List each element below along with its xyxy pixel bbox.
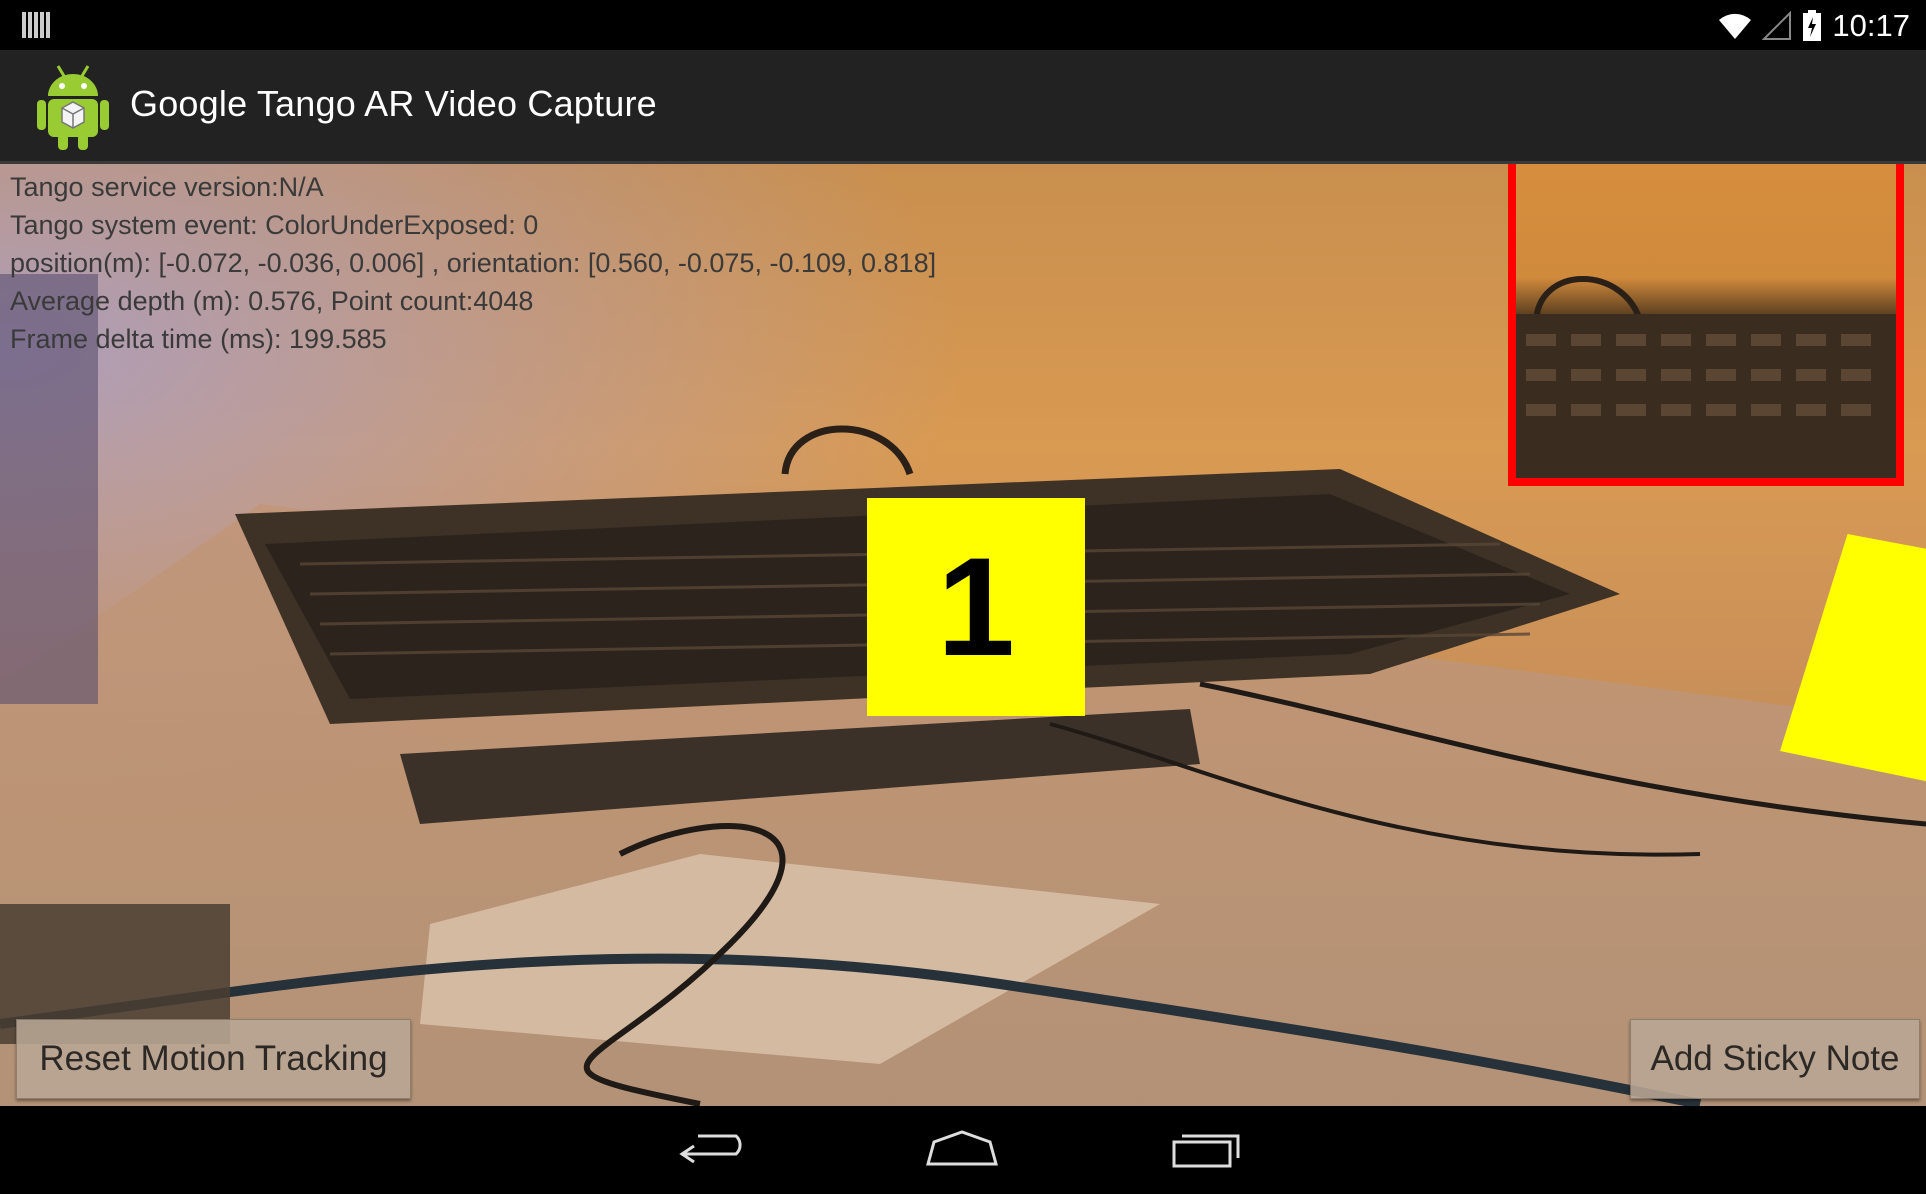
reset-motion-tracking-button[interactable]: Reset Motion Tracking <box>16 1019 411 1099</box>
preview-image <box>1516 276 1896 478</box>
depth-text: Average depth (m): 0.576, Point count:40… <box>10 286 534 316</box>
notification-bars-icon <box>22 12 50 38</box>
status-time: 10:17 <box>1832 8 1910 43</box>
home-icon[interactable] <box>922 1124 1002 1176</box>
navigation-bar <box>0 1106 1926 1194</box>
screen: 10:17 Google Tango AR Video Capture Tang… <box>0 0 1926 1194</box>
pose-text: position(m): [-0.072, -0.036, 0.006] , o… <box>10 248 937 278</box>
recents-icon[interactable] <box>1168 1124 1248 1176</box>
system-event-text: Tango system event: ColorUnderExposed: 0 <box>10 210 539 240</box>
android-robot-icon <box>37 65 109 150</box>
sticky-note[interactable]: 1 <box>867 498 1085 716</box>
action-bar: Google Tango AR Video Capture <box>0 50 1926 164</box>
cell-signal-icon <box>1762 11 1792 40</box>
status-bar: 10:17 <box>0 0 1926 50</box>
depth-preview-window <box>1508 164 1904 486</box>
battery-charging-icon <box>1803 10 1822 41</box>
app-title: Google Tango AR Video Capture <box>130 83 657 124</box>
wifi-icon <box>1719 13 1752 40</box>
service-version-text: Tango service version:N/A <box>10 172 324 202</box>
add-sticky-note-button[interactable]: Add Sticky Note <box>1630 1019 1920 1099</box>
frame-delta-text: Frame delta time (ms): 199.585 <box>10 324 387 354</box>
tango-info-overlay: Tango service version:N/A Tango system e… <box>10 168 936 358</box>
status-icons: 10:17 <box>1718 4 1910 48</box>
back-icon[interactable] <box>676 1124 756 1176</box>
sticky-note-label: 1 <box>937 528 1015 685</box>
camera-view[interactable]: Tango service version:N/A Tango system e… <box>0 164 1926 1106</box>
